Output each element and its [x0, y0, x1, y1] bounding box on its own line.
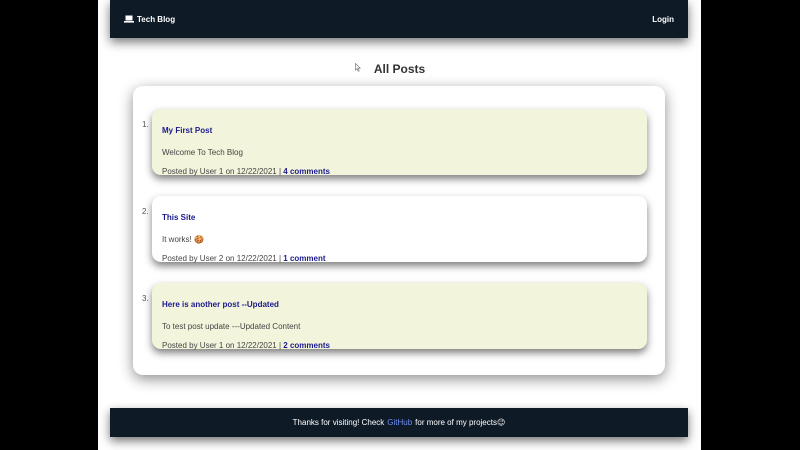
post-comments-link[interactable]: 1 comment [283, 254, 325, 263]
post-meta-text: Posted by User 2 on 12/22/2021 | [162, 254, 282, 263]
post-body: To test post update ---Updated Content [162, 322, 301, 331]
brand-label: Tech Blog [137, 14, 176, 24]
post-meta-text: Posted by User 1 on 12/22/2021 | [162, 341, 282, 350]
post-title-link[interactable]: This Site [162, 213, 195, 222]
footer-text-end: for more of my projects😉 [415, 418, 506, 427]
post-comments-link[interactable]: 2 comments [283, 341, 330, 350]
post-card: Here is another post --Updated To test p… [152, 283, 647, 350]
footer-text: Thanks for visiting! Check [292, 418, 385, 427]
laptop-icon [124, 15, 134, 23]
post-number: 1. [142, 120, 149, 129]
navbar: Tech Blog Login [110, 0, 688, 38]
page: Tech Blog Login All Posts 1. My First Po… [98, 0, 701, 450]
login-link[interactable]: Login [652, 15, 674, 24]
post-title-link[interactable]: My First Post [162, 126, 212, 135]
github-link[interactable]: GitHub [387, 418, 412, 427]
page-title: All Posts [373, 62, 426, 76]
post-title-link[interactable]: Here is another post --Updated [162, 300, 279, 309]
post-body: Welcome To Tech Blog [162, 148, 243, 157]
post-body: It works! 🍪 [162, 235, 204, 244]
post-number: 2. [142, 207, 149, 216]
post-card: This Site It works! 🍪 Posted by User 2 o… [152, 196, 647, 263]
footer: Thanks for visiting! Check GitHub for mo… [110, 408, 688, 437]
post-meta: Posted by User 1 on 12/22/2021 | 4 comme… [162, 167, 637, 176]
posts-list: 1. My First Post Welcome To Tech Blog Po… [133, 86, 665, 375]
post-meta: Posted by User 2 on 12/22/2021 | 1 comme… [162, 254, 637, 263]
mouse-cursor-icon [355, 63, 361, 72]
post-meta-text: Posted by User 1 on 12/22/2021 | [162, 167, 282, 176]
post-card: My First Post Welcome To Tech Blog Poste… [152, 109, 647, 176]
post-number: 3. [142, 294, 149, 303]
brand-link[interactable]: Tech Blog [124, 15, 175, 24]
post-comments-link[interactable]: 4 comments [283, 167, 330, 176]
post-meta: Posted by User 1 on 12/22/2021 | 2 comme… [162, 341, 637, 350]
